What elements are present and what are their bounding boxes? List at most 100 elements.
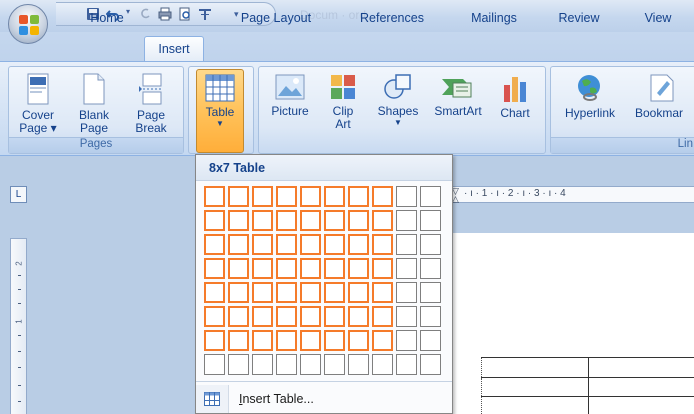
table-grid-cell[interactable] — [372, 282, 393, 303]
print-icon[interactable] — [158, 7, 172, 21]
table-grid-cell[interactable] — [324, 234, 345, 255]
print-preview-icon[interactable] — [178, 7, 192, 21]
table-grid-cell[interactable] — [228, 186, 249, 207]
table-grid-cell[interactable] — [252, 282, 273, 303]
table-grid-cell[interactable] — [348, 306, 369, 327]
smartart-button[interactable]: SmartArt — [429, 69, 487, 118]
table-grid-cell[interactable] — [252, 306, 273, 327]
table-grid-cell[interactable] — [300, 210, 321, 231]
table-grid-cell[interactable] — [204, 258, 225, 279]
table-grid-cell[interactable] — [348, 210, 369, 231]
table-grid-cell[interactable] — [420, 210, 441, 231]
table-grid-cell[interactable] — [300, 258, 321, 279]
tab-view[interactable]: View — [628, 8, 688, 30]
picture-button[interactable]: Picture — [263, 69, 317, 118]
table-grid-cell[interactable] — [372, 354, 393, 375]
format-icon[interactable] — [198, 7, 212, 21]
table-grid-cell[interactable] — [396, 258, 417, 279]
table-size-grid[interactable] — [204, 186, 441, 375]
table-grid-cell[interactable] — [396, 210, 417, 231]
table-grid-cell[interactable] — [324, 354, 345, 375]
table-cell[interactable] — [587, 376, 694, 398]
table-grid-cell[interactable] — [396, 234, 417, 255]
table-grid-cell[interactable] — [252, 330, 273, 351]
table-grid-cell[interactable] — [204, 354, 225, 375]
table-grid-cell[interactable] — [348, 354, 369, 375]
table-grid-cell[interactable] — [228, 210, 249, 231]
table-grid-cell[interactable] — [324, 258, 345, 279]
table-grid-cell[interactable] — [420, 282, 441, 303]
page-break-button[interactable]: Page Break — [127, 69, 175, 135]
table-grid-cell[interactable] — [396, 354, 417, 375]
table-grid-cell[interactable] — [372, 186, 393, 207]
table-grid-cell[interactable] — [228, 330, 249, 351]
blank-page-button[interactable]: Blank Page — [71, 69, 117, 135]
table-grid-cell[interactable] — [324, 210, 345, 231]
table-grid-cell[interactable] — [372, 258, 393, 279]
clip-art-button[interactable]: Clip Art — [325, 69, 361, 131]
table-grid-cell[interactable] — [396, 330, 417, 351]
table-grid-cell[interactable] — [276, 258, 297, 279]
table-grid-cell[interactable] — [396, 306, 417, 327]
table-grid-cell[interactable] — [252, 354, 273, 375]
table-grid-cell[interactable] — [420, 234, 441, 255]
hyperlink-button[interactable]: Hyperlink — [557, 69, 623, 120]
table-grid-cell[interactable] — [324, 306, 345, 327]
table-grid-cell[interactable] — [204, 186, 225, 207]
table-cell[interactable] — [587, 357, 694, 378]
table-grid-cell[interactable] — [420, 258, 441, 279]
redo-icon[interactable] — [138, 7, 152, 21]
table-grid-cell[interactable] — [300, 186, 321, 207]
table-grid-cell[interactable] — [420, 306, 441, 327]
table-grid-cell[interactable] — [276, 354, 297, 375]
table-grid-cell[interactable] — [348, 186, 369, 207]
table-grid-cell[interactable] — [324, 282, 345, 303]
table-grid-cell[interactable] — [276, 210, 297, 231]
table-grid-cell[interactable] — [348, 282, 369, 303]
table-grid-cell[interactable] — [420, 186, 441, 207]
table-grid-cell[interactable] — [372, 306, 393, 327]
table-grid-cell[interactable] — [204, 306, 225, 327]
table-grid-cell[interactable] — [300, 354, 321, 375]
table-grid-cell[interactable] — [276, 306, 297, 327]
bookmark-button[interactable]: Bookmar — [635, 69, 694, 120]
table-grid-cell[interactable] — [324, 330, 345, 351]
table-grid-cell[interactable] — [276, 282, 297, 303]
table-grid-cell[interactable] — [204, 330, 225, 351]
tab-references[interactable]: References — [346, 8, 438, 30]
table-cell[interactable] — [481, 376, 589, 398]
table-grid-cell[interactable] — [372, 330, 393, 351]
table-grid-cell[interactable] — [228, 258, 249, 279]
table-grid-cell[interactable] — [204, 210, 225, 231]
cover-page-button[interactable]: Cover Page ▾ — [15, 69, 61, 135]
tab-review[interactable]: Review — [550, 8, 608, 30]
table-cell[interactable] — [481, 396, 589, 414]
table-grid-cell[interactable] — [420, 330, 441, 351]
office-button[interactable] — [8, 4, 48, 44]
chart-button[interactable]: Chart — [493, 69, 537, 120]
table-button[interactable]: Table ▼ — [196, 69, 244, 153]
table-grid-cell[interactable] — [300, 306, 321, 327]
table-grid-cell[interactable] — [252, 186, 273, 207]
table-grid-cell[interactable] — [300, 330, 321, 351]
tab-page-layout[interactable]: Page Layout — [226, 8, 326, 30]
table-grid-cell[interactable] — [324, 186, 345, 207]
table-grid-cell[interactable] — [228, 354, 249, 375]
table-grid-cell[interactable] — [204, 234, 225, 255]
table-grid-cell[interactable] — [276, 330, 297, 351]
document-table[interactable] — [481, 357, 694, 414]
table-grid-cell[interactable] — [204, 282, 225, 303]
table-grid-cell[interactable] — [372, 210, 393, 231]
table-grid-cell[interactable] — [252, 258, 273, 279]
table-grid-cell[interactable] — [420, 354, 441, 375]
tab-mailings[interactable]: Mailings — [452, 8, 536, 30]
table-grid-cell[interactable] — [348, 258, 369, 279]
table-grid-cell[interactable] — [276, 234, 297, 255]
table-grid-cell[interactable] — [252, 210, 273, 231]
table-grid-cell[interactable] — [348, 234, 369, 255]
table-grid-cell[interactable] — [372, 234, 393, 255]
table-grid-cell[interactable] — [252, 234, 273, 255]
indent-marker-icon[interactable]: ▽ △ — [452, 187, 460, 204]
table-grid-cell[interactable] — [300, 282, 321, 303]
table-grid-cell[interactable] — [228, 282, 249, 303]
